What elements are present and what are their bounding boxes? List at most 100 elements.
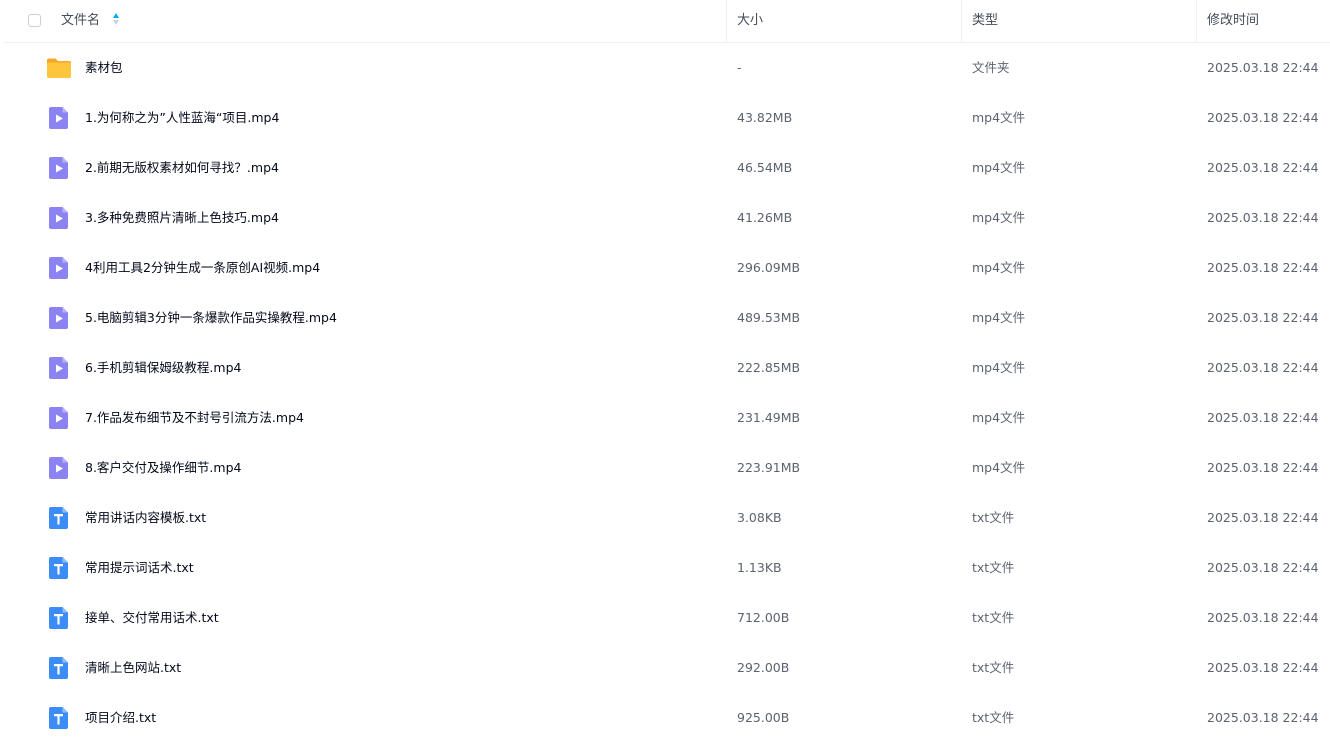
file-name[interactable]: 常用讲话内容模板.txt	[85, 493, 206, 543]
file-rows: 素材包 - 文件夹 2025.03.18 22:44 1.为何称之为”人性蓝海“项目.m…	[4, 43, 1330, 738]
text-file-icon	[46, 555, 72, 581]
file-row[interactable]: 2.前期无版权素材如何寻找？.mp4 46.54MB mp4文件 2025.03.18…	[4, 143, 1330, 193]
file-name[interactable]: 1.为何称之为”人性蓝海“项目.mp4	[85, 93, 279, 143]
file-name[interactable]: 常用提示词话术.txt	[85, 543, 194, 593]
file-name[interactable]: 2.前期无版权素材如何寻找？.mp4	[85, 143, 279, 193]
file-name[interactable]: 3.多种免费照片清晰上色技巧.mp4	[85, 193, 279, 243]
column-header-size[interactable]: 大小	[737, 0, 763, 42]
video-file-icon	[46, 255, 72, 281]
file-row[interactable]: 8.客户交付及操作细节.mp4 223.91MB mp4文件 2025.03.18 2…	[4, 443, 1330, 493]
text-file-icon	[46, 505, 72, 531]
file-modified-time: 2025.03.18 22:44	[1207, 560, 1319, 575]
file-row[interactable]: 4利用工具2分钟生成一条原创AI视频.mp4 296.09MB mp4文件 2025.…	[4, 243, 1330, 293]
file-name[interactable]: 7.作品发布细节及不封号引流方法.mp4	[85, 393, 304, 443]
file-modified-time: 2025.03.18 22:44	[1207, 460, 1319, 475]
file-size: 296.09MB	[737, 260, 801, 275]
file-type: mp4文件	[972, 160, 1026, 175]
file-row[interactable]: 素材包 - 文件夹 2025.03.18 22:44	[4, 43, 1330, 93]
folder-icon	[46, 55, 72, 81]
column-divider[interactable]	[961, 0, 962, 42]
column-header-size-label: 大小	[737, 13, 764, 28]
file-list: 文件名 大小 类型 修改时间 素材包 - 文件夹 2025.03.18 22:44 1.…	[4, 0, 1330, 738]
file-type: mp4文件	[972, 110, 1026, 125]
column-header-type[interactable]: 类型	[972, 0, 998, 42]
file-modified-time: 2025.03.18 22:44	[1207, 160, 1319, 175]
column-header-type-label: 类型	[972, 13, 999, 28]
file-size: 223.91MB	[737, 460, 801, 475]
file-size: 292.00B	[737, 660, 790, 675]
file-modified-time: 2025.03.18 22:44	[1207, 660, 1319, 675]
text-file-icon	[46, 705, 72, 731]
file-size: 925.00B	[737, 710, 790, 725]
file-row[interactable]: 接单、交付常用话术.txt 712.00B txt文件 2025.03.18 22:4…	[4, 593, 1330, 643]
file-type: txt文件	[972, 510, 1015, 525]
column-header-name-label: 文件名	[61, 13, 101, 28]
file-type: txt文件	[972, 560, 1015, 575]
file-type: txt文件	[972, 610, 1015, 625]
select-all-checkbox[interactable]	[28, 14, 41, 27]
file-row[interactable]: 6.手机剪辑保姆级教程.mp4 222.85MB mp4文件 2025.03.18 2…	[4, 343, 1330, 393]
file-size: 489.53MB	[737, 310, 801, 325]
file-modified-time: 2025.03.18 22:44	[1207, 310, 1319, 325]
file-size: 43.82MB	[737, 110, 793, 125]
column-header-name[interactable]: 文件名	[61, 0, 120, 42]
file-type: mp4文件	[972, 260, 1026, 275]
file-modified-time: 2025.03.18 22:44	[1207, 260, 1319, 275]
video-file-icon	[46, 205, 72, 231]
file-name[interactable]: 6.手机剪辑保姆级教程.mp4	[85, 343, 241, 393]
file-row[interactable]: 1.为何称之为”人性蓝海“项目.mp4 43.82MB mp4文件 2025.03.1…	[4, 93, 1330, 143]
file-size: 41.26MB	[737, 210, 793, 225]
file-type: txt文件	[972, 660, 1015, 675]
file-name[interactable]: 8.客户交付及操作细节.mp4	[85, 443, 241, 493]
file-modified-time: 2025.03.18 22:44	[1207, 710, 1319, 725]
file-modified-time: 2025.03.18 22:44	[1207, 360, 1319, 375]
text-file-icon	[46, 605, 72, 631]
file-row[interactable]: 7.作品发布细节及不封号引流方法.mp4 231.49MB mp4文件 2025.03…	[4, 393, 1330, 443]
file-type: mp4文件	[972, 210, 1026, 225]
file-type: txt文件	[972, 710, 1015, 725]
video-file-icon	[46, 155, 72, 181]
file-row[interactable]: 清晰上色网站.txt 292.00B txt文件 2025.03.18 22:44	[4, 643, 1330, 693]
file-list-header: 文件名 大小 类型 修改时间	[4, 0, 1330, 43]
file-row[interactable]: 项目介绍.txt 925.00B txt文件 2025.03.18 22:44	[4, 693, 1330, 738]
column-header-modified[interactable]: 修改时间	[1207, 0, 1259, 42]
file-size: 3.08KB	[737, 510, 782, 525]
file-type: mp4文件	[972, 460, 1026, 475]
file-modified-time: 2025.03.18 22:44	[1207, 410, 1319, 425]
file-type: mp4文件	[972, 310, 1026, 325]
file-size: 46.54MB	[737, 160, 793, 175]
file-name[interactable]: 4利用工具2分钟生成一条原创AI视频.mp4	[85, 243, 320, 293]
file-name[interactable]: 接单、交付常用话术.txt	[85, 593, 219, 643]
file-type: mp4文件	[972, 410, 1026, 425]
file-row[interactable]: 5.电脑剪辑3分钟一条爆款作品实操教程.mp4 489.53MB mp4文件 2025…	[4, 293, 1330, 343]
file-size: 712.00B	[737, 610, 790, 625]
file-name[interactable]: 项目介绍.txt	[85, 693, 156, 738]
file-modified-time: 2025.03.18 22:44	[1207, 510, 1319, 525]
file-modified-time: 2025.03.18 22:44	[1207, 110, 1319, 125]
video-file-icon	[46, 105, 72, 131]
sort-ascending-icon[interactable]	[112, 13, 120, 25]
file-modified-time: 2025.03.18 22:44	[1207, 60, 1319, 75]
video-file-icon	[46, 355, 72, 381]
file-type: mp4文件	[972, 360, 1026, 375]
file-row[interactable]: 3.多种免费照片清晰上色技巧.mp4 41.26MB mp4文件 2025.03.18…	[4, 193, 1330, 243]
file-size: 1.13KB	[737, 560, 782, 575]
file-size: 231.49MB	[737, 410, 801, 425]
column-divider[interactable]	[726, 0, 727, 42]
file-name[interactable]: 5.电脑剪辑3分钟一条爆款作品实操教程.mp4	[85, 293, 337, 343]
file-modified-time: 2025.03.18 22:44	[1207, 610, 1319, 625]
file-size: -	[737, 60, 742, 75]
file-name[interactable]: 素材包	[85, 43, 123, 93]
column-divider[interactable]	[1196, 0, 1197, 42]
video-file-icon	[46, 455, 72, 481]
file-row[interactable]: 常用提示词话术.txt 1.13KB txt文件 2025.03.18 22:44	[4, 543, 1330, 593]
file-name[interactable]: 清晰上色网站.txt	[85, 643, 181, 693]
video-file-icon	[46, 405, 72, 431]
video-file-icon	[46, 305, 72, 331]
file-modified-time: 2025.03.18 22:44	[1207, 210, 1319, 225]
file-row[interactable]: 常用讲话内容模板.txt 3.08KB txt文件 2025.03.18 22:44	[4, 493, 1330, 543]
text-file-icon	[46, 655, 72, 681]
file-type: 文件夹	[972, 60, 1010, 75]
file-size: 222.85MB	[737, 360, 801, 375]
column-header-modified-label: 修改时间	[1207, 13, 1260, 28]
